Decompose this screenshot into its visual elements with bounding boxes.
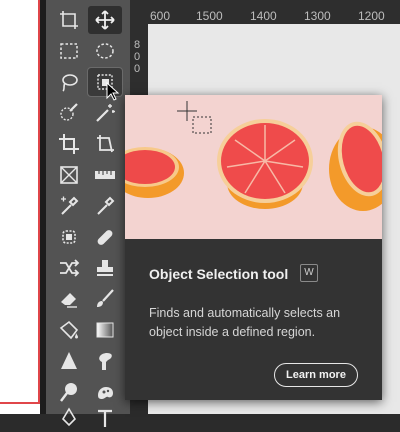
- ellipse-marquee-tool[interactable]: [88, 37, 122, 65]
- quick-selection-tool[interactable]: [52, 99, 86, 127]
- type-tool[interactable]: [88, 404, 122, 432]
- move-icon: [95, 10, 115, 30]
- dodge-icon: [60, 383, 77, 402]
- paint-bucket-tool[interactable]: [52, 316, 86, 344]
- rect-marquee-tool[interactable]: [52, 37, 86, 65]
- grapefruit-illustration: [125, 101, 382, 211]
- paint-bucket-icon: [59, 320, 79, 340]
- eraser-tool[interactable]: [52, 285, 86, 313]
- mouse-cursor-icon: [106, 82, 120, 101]
- content-aware-move-icon: [60, 259, 80, 277]
- rect-marquee-icon: [60, 43, 78, 59]
- learn-more-button[interactable]: Learn more: [274, 363, 358, 387]
- move-tool[interactable]: [88, 6, 122, 34]
- spot-healing-tool[interactable]: [52, 223, 86, 251]
- crop-tool[interactable]: [52, 130, 86, 158]
- magic-wand-icon: [96, 104, 115, 122]
- ruler-tick-label: 0: [133, 51, 141, 63]
- smudge-icon: [99, 352, 112, 370]
- sharpen-tool[interactable]: [52, 347, 86, 375]
- magic-wand-tool[interactable]: [88, 99, 122, 127]
- clone-stamp-tool[interactable]: [88, 254, 122, 282]
- brush-icon: [97, 289, 114, 307]
- ruler-tick-label: 8: [133, 39, 141, 51]
- ruler-tick-label: 1500: [196, 9, 223, 23]
- dodge-tool[interactable]: [52, 378, 86, 406]
- eyedropper-icon: [97, 196, 115, 215]
- artboard-icon: [60, 11, 78, 29]
- ruler-tick-label: 0: [133, 63, 141, 75]
- ruler-tool[interactable]: [88, 161, 122, 189]
- ruler-tick-label: 600: [150, 9, 171, 23]
- sponge-tool[interactable]: [88, 378, 122, 406]
- eyedropper-tool[interactable]: [88, 192, 122, 220]
- ruler-tick-label: 1200: [358, 9, 385, 23]
- ruler-tick-label: 1300: [304, 9, 331, 23]
- tooltip-description: Finds and automatically selects an objec…: [149, 306, 341, 339]
- pen-icon: [61, 407, 77, 427]
- eraser-icon: [61, 293, 77, 308]
- clone-stamp-icon: [97, 260, 113, 276]
- lasso-icon: [62, 74, 78, 92]
- crop-icon: [59, 134, 79, 154]
- pen-tool[interactable]: [52, 404, 86, 432]
- tool-tooltip: Object Selection tool W Finds and automa…: [125, 95, 382, 400]
- lasso-tool[interactable]: [52, 68, 86, 96]
- spot-healing-icon: [62, 230, 76, 244]
- ruler-icon: [95, 171, 115, 179]
- tools-panel: [46, 0, 130, 427]
- horizontal-ruler[interactable]: 600 1500 1400 1300 1200: [148, 0, 400, 25]
- brush-tool[interactable]: [88, 285, 122, 313]
- bandage-icon: [97, 230, 113, 245]
- perspective-crop-icon: [97, 135, 114, 153]
- tooltip-title: Object Selection tool: [149, 266, 289, 282]
- quick-selection-icon: [60, 103, 78, 121]
- frame-icon: [60, 166, 78, 184]
- gradient-icon: [96, 322, 114, 338]
- sharpen-icon: [61, 352, 77, 369]
- eyedropper-plus-tool[interactable]: [52, 192, 86, 220]
- eyedropper-plus-icon: [61, 196, 79, 215]
- sponge-icon: [98, 387, 113, 399]
- frame-tool[interactable]: [52, 161, 86, 189]
- healing-brush-tool[interactable]: [88, 223, 122, 251]
- ruler-corner: [130, 0, 148, 24]
- gradient-tool[interactable]: [88, 316, 122, 344]
- canvas-edge-bottom: [0, 402, 40, 404]
- document-canvas[interactable]: [0, 0, 46, 414]
- artboard-tool[interactable]: [52, 6, 86, 34]
- type-icon: [98, 409, 112, 427]
- shortcut-badge: W: [300, 264, 318, 282]
- content-aware-move-tool[interactable]: [52, 254, 86, 282]
- vertical-ruler[interactable]: 8 0 0: [130, 24, 149, 104]
- ellipse-marquee-icon: [96, 43, 114, 59]
- tooltip-preview-image: [125, 95, 382, 239]
- smudge-tool[interactable]: [88, 347, 122, 375]
- perspective-crop-tool[interactable]: [88, 130, 122, 158]
- ruler-tick-label: 1400: [250, 9, 277, 23]
